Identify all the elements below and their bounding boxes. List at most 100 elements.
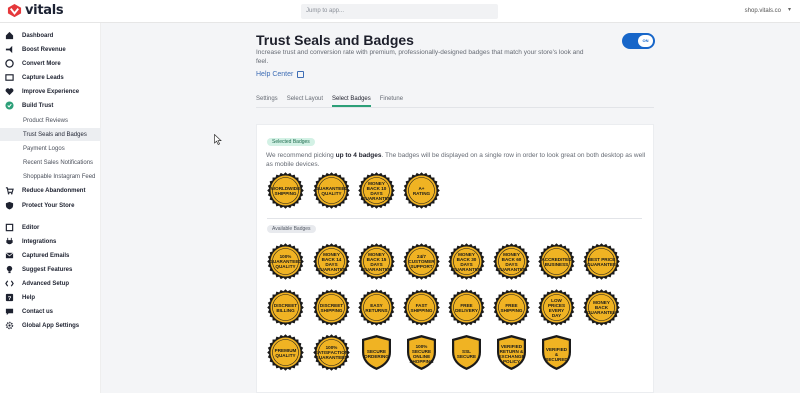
sidebar-item-suggest-features[interactable]: Suggest Features	[0, 263, 101, 276]
sidebar-item-label: Improve Experience	[22, 88, 80, 95]
badge-label: VERIFIED RETURN & EXCHANGE POLICY	[498, 344, 525, 364]
sidebar-item-help[interactable]: ? Help	[0, 291, 101, 304]
available-badge-money-back-guarantee[interactable]: MONEY BACK GUARANTEE	[583, 289, 620, 326]
badge-label: 24/7 CUSTOMER SUPPORT	[408, 254, 435, 269]
sidebar-item-label: Contact us	[22, 308, 54, 315]
tab-select-layout[interactable]: Select Layout	[287, 93, 323, 107]
sidebar-item-convert-more[interactable]: Convert More	[0, 57, 101, 70]
sidebar-item-label: Advanced Setup	[22, 280, 70, 287]
sidebar-subitem-recent-sales-notifications[interactable]: Recent Sales Notifications	[0, 156, 101, 169]
page-description: Increase trust and conversion rate with …	[256, 49, 584, 65]
chevron-down-icon[interactable]: ▾	[788, 6, 791, 13]
recommend-bold: up to 4 badges	[335, 152, 382, 159]
available-badges-pill: Available Badges	[267, 225, 316, 233]
badge-label: MONEY BACK GUARANTEE	[586, 300, 617, 315]
selected-badges-pill: Selected Badges	[267, 138, 315, 146]
sidebar-item-global-app-settings[interactable]: Global App Settings	[0, 319, 101, 332]
selected-badge-a-rating[interactable]: A+ RATING	[403, 172, 440, 209]
available-badge-discreet-shipping[interactable]: DISCREET SHIPPING	[313, 289, 350, 326]
sidebar-subitem-payment-logos[interactable]: Payment Logos	[0, 142, 101, 155]
badge-label: LOW PRICES EVERY DAY	[547, 297, 566, 318]
available-badge-best-price-guarantee[interactable]: BEST PRICE GUARANTEE	[583, 243, 620, 280]
available-badge-verified-secured[interactable]: VERIFIED & SECURED	[538, 334, 575, 371]
available-badge-money-back-14-days-guarantee[interactable]: MONEY BACK 14 DAYS GUARANTEE	[313, 243, 350, 280]
sidebar-item-label: Help	[22, 294, 36, 301]
sidebar-subitem-trust-seals-and-badges[interactable]: Trust Seals and Badges	[0, 128, 101, 141]
available-badge-verified-return-exchange-policy[interactable]: VERIFIED RETURN & EXCHANGE POLICY	[493, 334, 530, 371]
selected-badge-guaranteed-quality[interactable]: GUARANTEED QUALITY	[313, 172, 350, 209]
available-badge-money-back-60-days-guarantee[interactable]: MONEY BACK 60 DAYS GUARANTEE	[493, 243, 530, 280]
help-center-link[interactable]: Help Center	[256, 71, 305, 78]
sidebar-item-boost-revenue[interactable]: Boost Revenue	[0, 43, 101, 56]
sidebar-item-label: Capture Leads	[22, 74, 64, 81]
sidebar-item-dashboard[interactable]: Dashboard	[0, 29, 101, 42]
badge-label: PREMIUM QUALITY	[274, 347, 297, 358]
badge-label: SSL SECURE	[456, 349, 477, 359]
logo-text: vitals	[25, 3, 64, 18]
sidebar-item-label: Global App Settings	[22, 322, 80, 329]
chat-icon	[5, 59, 14, 68]
badge-label: 100% GUARANTEED QUALITY	[269, 254, 302, 269]
available-badge-free-delivery[interactable]: FREE DELIVERY	[448, 289, 485, 326]
enable-toggle[interactable]: ON	[622, 33, 655, 49]
sidebar-subitem-label: Recent Sales Notifications	[23, 159, 94, 166]
badge-label: ACCREDITED BUSINESS	[541, 256, 572, 267]
badges-card: Selected Badges We recommend picking up …	[256, 124, 654, 393]
sidebar-item-label: Convert More	[22, 60, 61, 67]
badge-label: MONEY BACK 10 DAYS GUARANTEE	[361, 180, 392, 201]
vitals-logo[interactable]: vitals	[7, 3, 64, 18]
available-badge-100-secure-online-shopping[interactable]: 100% SECURE ONLINE SHOPPING	[403, 334, 440, 371]
badge-label: WORLDWIDE SHIPPING	[270, 185, 301, 196]
gear-icon	[5, 321, 14, 330]
tab-select-badges[interactable]: Select Badges	[332, 93, 371, 107]
badge-label: MONEY BACK 14 DAYS GUARANTEE	[316, 251, 347, 272]
code-icon	[5, 280, 14, 287]
top-bar: vitals Jump to app... shop.vitals.co ▾	[0, 0, 800, 23]
selected-badge-worldwide-shipping[interactable]: WORLDWIDE SHIPPING	[267, 172, 304, 209]
available-badge-secure-ordering[interactable]: SECURE ORDERING	[358, 334, 395, 371]
available-badge-money-back-30-days-guarantee[interactable]: MONEY BACK 30 DAYS GUARANTEE	[448, 243, 485, 280]
tab-finetune[interactable]: Finetune	[380, 93, 403, 107]
sidebar-item-advanced-setup[interactable]: Advanced Setup	[0, 277, 101, 290]
svg-text:?: ?	[8, 296, 12, 302]
available-badge-100-guaranteed-quality[interactable]: 100% GUARANTEED QUALITY	[267, 243, 304, 280]
selected-badge-money-back-10-days-guarantee[interactable]: MONEY BACK 10 DAYS GUARANTEE	[358, 172, 395, 209]
available-badge-premium-quality[interactable]: PREMIUM QUALITY	[267, 334, 304, 371]
sidebar-item-improve-experience[interactable]: Improve Experience	[0, 85, 101, 98]
available-badge-discreet-billing[interactable]: DISCREET BILLING	[267, 289, 304, 326]
badge-label: 100% SATISFACTION GUARANTEED	[314, 345, 349, 360]
available-badge-accredited-business[interactable]: ACCREDITED BUSINESS	[538, 243, 575, 280]
sidebar-item-editor[interactable]: Editor	[0, 221, 101, 234]
available-badge-easy-returns[interactable]: EASY RETURNS	[358, 289, 395, 326]
shop-name[interactable]: shop.vitals.co	[745, 8, 781, 14]
sidebar-item-label: Boost Revenue	[22, 46, 66, 53]
sidebar-subitem-product-reviews[interactable]: Product Reviews	[0, 114, 101, 127]
available-badge-fast-shipping[interactable]: FAST SHIPPING	[403, 289, 440, 326]
sidebar-item-contact-us[interactable]: Contact us	[0, 305, 101, 318]
help-icon: ?	[5, 293, 14, 302]
tab-settings[interactable]: Settings	[256, 93, 278, 107]
sidebar-subitem-shoppable-instagram-feed[interactable]: Shoppable Instagram Feed	[0, 170, 101, 183]
sidebar-item-integrations[interactable]: Integrations	[0, 235, 101, 248]
sidebar-item-reduce-abandonment[interactable]: Reduce Abandonment	[0, 184, 101, 197]
sidebar-item-capture-leads[interactable]: Capture Leads	[0, 71, 101, 84]
sidebar-item-label: Integrations	[22, 238, 57, 245]
sidebar-subitem-label: Trust Seals and Badges	[23, 131, 87, 138]
sidebar-item-captured-emails[interactable]: Captured Emails	[0, 249, 101, 262]
sidebar-item-label: Dashboard	[22, 32, 54, 39]
jump-to-app-search[interactable]: Jump to app...	[301, 4, 498, 19]
sidebar-item-protect-your-store[interactable]: Protect Your Store	[0, 199, 101, 212]
sidebar: Dashboard Boost Revenue Convert More Captur…	[0, 23, 101, 393]
available-badge-100-satisfaction-guaranteed[interactable]: 100% SATISFACTION GUARANTEED	[313, 334, 350, 371]
badge-label: EASY RETURNS	[365, 302, 388, 313]
available-badge-low-prices-every-day[interactable]: LOW PRICES EVERY DAY	[538, 289, 575, 326]
page-title: Trust Seals and Badges	[256, 32, 414, 48]
sidebar-item-build-trust[interactable]: Build Trust	[0, 99, 101, 112]
available-badge-ssl-secure[interactable]: SSL SECURE	[448, 334, 485, 371]
badge-label: VERIFIED & SECURED	[545, 346, 568, 362]
badge-label: FREE DELIVERY	[455, 302, 478, 313]
available-badge-money-back-15-days-guarantee[interactable]: MONEY BACK 15 DAYS GUARANTEE	[358, 243, 395, 280]
available-badge-free-shipping[interactable]: FREE SHIPPING	[493, 289, 530, 326]
available-badge-24-7-customer-support[interactable]: 24/7 CUSTOMER SUPPORT	[403, 243, 440, 280]
badge-label: DISCREET SHIPPING	[319, 302, 344, 313]
